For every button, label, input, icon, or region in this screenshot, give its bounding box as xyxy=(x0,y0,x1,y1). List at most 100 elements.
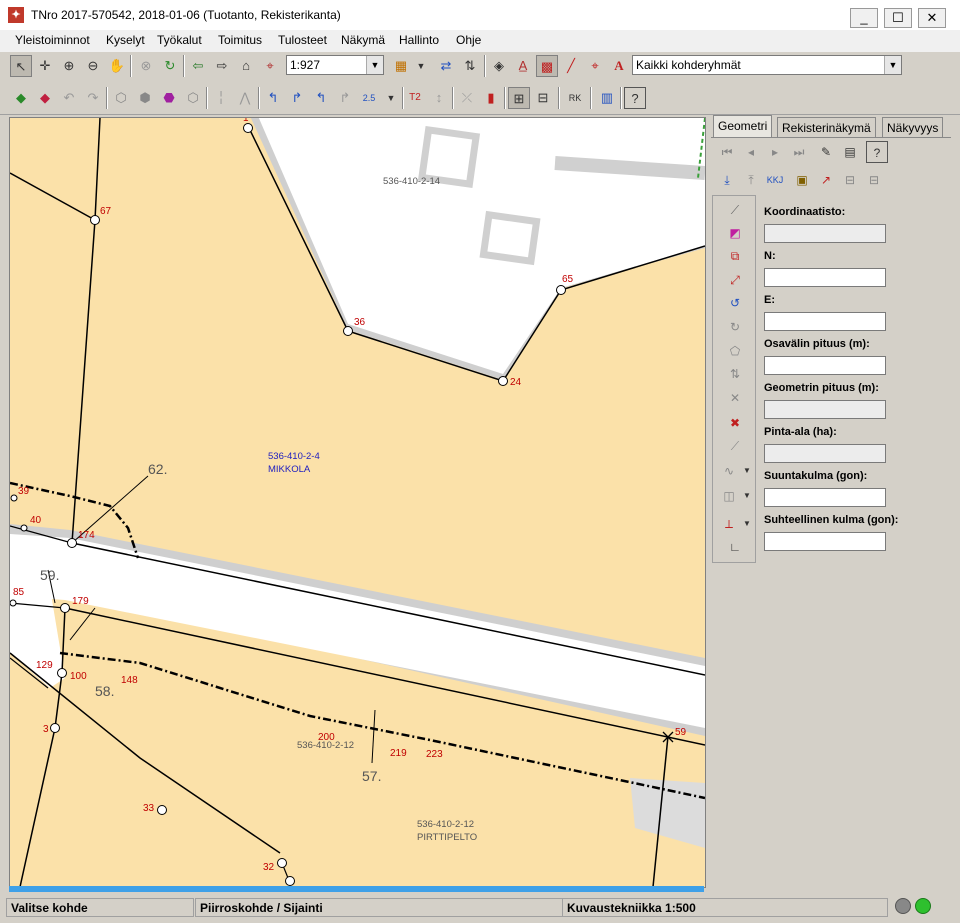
survey-point[interactable] xyxy=(10,494,18,502)
fill-area-icon[interactable]: ◩ xyxy=(724,222,746,244)
point-tool-2-icon[interactable]: ↱ xyxy=(286,87,308,109)
chevron-down-icon[interactable]: ▼ xyxy=(884,56,901,74)
last-vertex-icon[interactable]: ⏭ xyxy=(788,141,810,163)
menu-ohje[interactable]: Ohje xyxy=(456,33,481,47)
menu-nakyma[interactable]: Näkymä xyxy=(341,33,385,47)
forward-arrow-icon[interactable]: ⇨ xyxy=(211,55,233,77)
survey-point[interactable] xyxy=(277,858,287,868)
help-icon[interactable]: ? xyxy=(624,87,646,109)
grid-view-icon[interactable]: ⊞ xyxy=(508,87,530,109)
save-cube-icon[interactable]: ◆ xyxy=(10,87,32,109)
line-edit-icon[interactable]: ⟋ xyxy=(724,199,746,221)
survey-point[interactable] xyxy=(20,524,28,532)
label-text-icon[interactable]: A̲ xyxy=(512,55,534,77)
extend-icon[interactable]: ↗ xyxy=(815,169,837,191)
join-icon[interactable]: ⊟ xyxy=(839,169,861,191)
eraser-icon[interactable]: ▮ xyxy=(480,87,502,109)
snap-icon[interactable]: ▣ xyxy=(791,169,813,191)
sync-icon[interactable]: ⇄ xyxy=(435,55,457,77)
chevron-down-icon[interactable]: ▼ xyxy=(366,56,383,74)
line-tool-icon[interactable]: ╱ xyxy=(560,55,582,77)
chevron-down-icon[interactable]: ▼ xyxy=(410,55,432,77)
distance-icon[interactable]: ↕ xyxy=(428,87,450,109)
survey-point[interactable] xyxy=(157,805,167,815)
t2-tool-icon[interactable]: T2 xyxy=(404,87,426,109)
zoom-out-icon[interactable]: ⊖ xyxy=(82,55,104,77)
close-button[interactable]: ✕ xyxy=(918,8,946,28)
polygon-icon[interactable]: ⬠ xyxy=(724,340,746,362)
layer-style-icon[interactable]: ▦ xyxy=(390,55,412,77)
shape-2-icon[interactable]: ⬢ xyxy=(134,87,156,109)
copy-area-icon[interactable]: ⧉ xyxy=(724,245,746,267)
chevron-down-icon[interactable]: ▼ xyxy=(736,513,758,535)
split-icon[interactable]: ⊟ xyxy=(863,169,885,191)
erase-line-icon[interactable]: ⤫ xyxy=(456,87,478,109)
hatch-fill-icon[interactable]: ▩ xyxy=(536,55,558,77)
object-group-select[interactable]: Kaikki kohderyhmät ▼ xyxy=(632,55,902,75)
help-icon[interactable]: ? xyxy=(866,141,888,163)
menu-kyselyt[interactable]: Kyselyt xyxy=(106,33,145,47)
remove-icon[interactable]: ✖ xyxy=(724,412,746,434)
reshape-icon[interactable]: ↻ xyxy=(724,316,746,338)
relative-angle-field[interactable] xyxy=(764,532,886,551)
survey-point[interactable] xyxy=(243,123,253,133)
pan-hand-icon[interactable]: ✋ xyxy=(106,55,128,77)
move-point-icon[interactable]: ⤒ xyxy=(740,169,762,191)
chevron-down-icon[interactable]: ▼ xyxy=(736,460,758,482)
home-icon[interactable]: ⌂ xyxy=(235,55,257,77)
segment-length-field[interactable] xyxy=(764,356,886,375)
redo-icon[interactable]: ↷ xyxy=(82,87,104,109)
rotate-icon[interactable]: ↺ xyxy=(724,292,746,314)
kkj-icon[interactable]: KKJ xyxy=(764,169,786,191)
swap-view-icon[interactable]: ⇅ xyxy=(459,55,481,77)
survey-point[interactable] xyxy=(498,376,508,386)
menu-yleistoiminnot[interactable]: Yleistoiminnot xyxy=(15,33,90,47)
shape-4-icon[interactable]: ⬡ xyxy=(182,87,204,109)
point-tool-3-icon[interactable]: ↰ xyxy=(310,87,332,109)
survey-point[interactable] xyxy=(60,603,70,613)
rk-tag-icon[interactable]: RK xyxy=(564,87,586,109)
survey-point[interactable] xyxy=(57,668,67,678)
menu-tulosteet[interactable]: Tulosteet xyxy=(278,33,327,47)
book-icon[interactable]: ▥ xyxy=(596,87,618,109)
measure-2-icon[interactable]: ⋀ xyxy=(234,87,256,109)
map-canvas[interactable]: 1 67 36 65 24 174 39 40 85 179 100 129 1… xyxy=(9,117,706,888)
measure-line-icon[interactable]: ⟋ xyxy=(724,435,746,457)
edit-pen-icon[interactable]: ✎ xyxy=(815,141,837,163)
survey-point[interactable] xyxy=(67,538,77,548)
delete-cube-icon[interactable]: ◆ xyxy=(34,87,56,109)
offset-tool-icon[interactable]: 2.5 xyxy=(358,87,380,109)
northing-field[interactable] xyxy=(764,268,886,287)
bearing-field[interactable] xyxy=(764,488,886,507)
survey-point[interactable] xyxy=(50,723,60,733)
zoom-in-icon[interactable]: ⊕ xyxy=(58,55,80,77)
relative-angle-icon[interactable]: ∟ xyxy=(724,536,746,558)
reverse-icon[interactable]: ⇅ xyxy=(724,363,746,385)
point-tool-1-icon[interactable]: ↰ xyxy=(262,87,284,109)
locate-icon[interactable]: ⌖ xyxy=(259,55,281,77)
back-arrow-icon[interactable]: ⇦ xyxy=(187,55,209,77)
shape-3-icon[interactable]: ⬣ xyxy=(158,87,180,109)
chevron-down-icon[interactable]: ▼ xyxy=(736,485,758,507)
target-point-icon[interactable]: ⌖ xyxy=(584,55,606,77)
add-vertex-icon[interactable]: ⤢ xyxy=(724,269,746,291)
select-arrow-icon[interactable]: ↖ xyxy=(10,55,32,77)
survey-point[interactable] xyxy=(90,215,100,225)
menu-hallinto[interactable]: Hallinto xyxy=(399,33,439,47)
scale-select[interactable]: 1:927 ▼ xyxy=(286,55,384,75)
survey-point[interactable] xyxy=(343,326,353,336)
tab-geometri[interactable]: Geometri xyxy=(713,115,773,138)
text-tool-icon[interactable]: A xyxy=(608,55,630,77)
menu-toimitus[interactable]: Toimitus xyxy=(218,33,262,47)
crosshair-icon[interactable]: ✛ xyxy=(34,55,56,77)
survey-point[interactable] xyxy=(556,285,566,295)
insert-point-icon[interactable]: ⤓ xyxy=(716,169,738,191)
chevron-down-icon[interactable]: ▼ xyxy=(380,87,402,109)
shape-1-icon[interactable]: ⬡ xyxy=(110,87,132,109)
point-tool-4-icon[interactable]: ↱ xyxy=(334,87,356,109)
delete-vertex-icon[interactable]: ✕ xyxy=(724,387,746,409)
undo-icon[interactable]: ↶ xyxy=(58,87,80,109)
cube-icon[interactable]: ◈ xyxy=(488,55,510,77)
survey-point[interactable] xyxy=(285,876,295,886)
maximize-button[interactable]: ☐ xyxy=(884,8,912,28)
